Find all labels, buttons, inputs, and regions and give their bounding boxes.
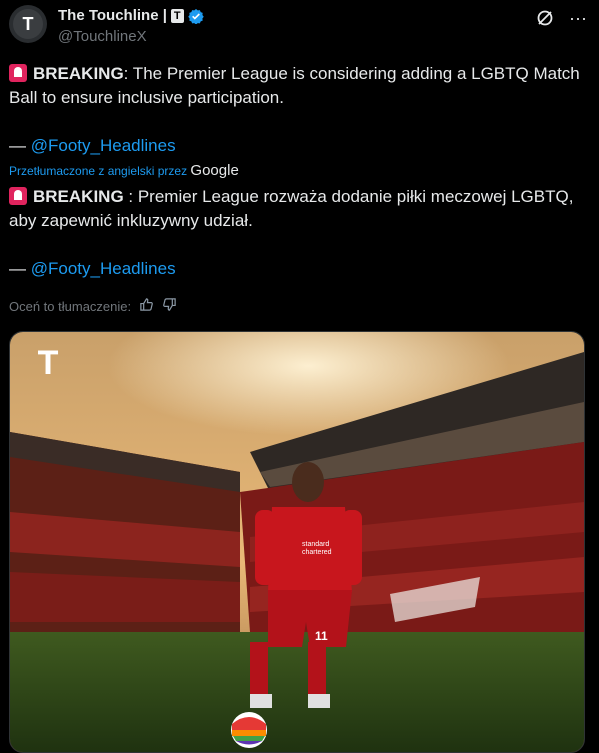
tweet-media[interactable]: T standard chartered 11 [9,331,585,753]
translated-text: BREAKING : Premier League rozważa dodani… [9,185,589,233]
thumbs-up-icon[interactable] [139,297,154,315]
slash-circle-icon[interactable] [535,8,555,33]
translated-credit-dash: — [9,259,31,278]
tweet-prefix: BREAKING [33,64,124,83]
siren-icon [9,187,27,205]
author-name-line[interactable]: The Touchline | T [58,7,204,24]
google-logo: Google [190,162,239,179]
avatar[interactable]: T [9,5,47,43]
media-logo: T [38,344,59,382]
tweet-actions: ··· [535,8,587,33]
tweet-credit: — @Footy_Headlines [9,134,589,158]
more-icon[interactable]: ··· [569,8,587,33]
shirt-number: 11 [315,629,328,643]
translation-label[interactable]: Przetłumaczone z angielski przez Google [9,162,239,179]
translated-prefix: BREAKING [33,187,124,206]
author-handle[interactable]: @TouchlineX [58,28,147,45]
credit-link[interactable]: @Footy_Headlines [31,136,176,155]
siren-icon [9,64,27,82]
rate-translation: Oceń to tłumaczenie: [9,297,177,315]
tweet-header: T The Touchline | T @TouchlineX ··· [0,0,599,50]
sponsor-line1: standard [302,541,329,548]
tweet-text: BREAKING: The Premier League is consider… [9,62,589,110]
translation-label-text[interactable]: Przetłumaczone z angielski przez [9,164,187,178]
thumbs-down-icon[interactable] [162,297,177,315]
translated-credit: — @Footy_Headlines [9,257,589,281]
name-badge: T [170,8,184,23]
rate-label: Oceń to tłumaczenie: [9,298,132,314]
author-name[interactable]: The Touchline | [58,7,167,24]
translated-credit-link[interactable]: @Footy_Headlines [31,259,176,278]
media-image: T standard chartered 11 [10,332,584,752]
sponsor-line2: chartered [302,549,332,556]
credit-dash: — [9,136,31,155]
verified-badge-icon [187,8,204,24]
avatar-letter: T [13,9,43,39]
